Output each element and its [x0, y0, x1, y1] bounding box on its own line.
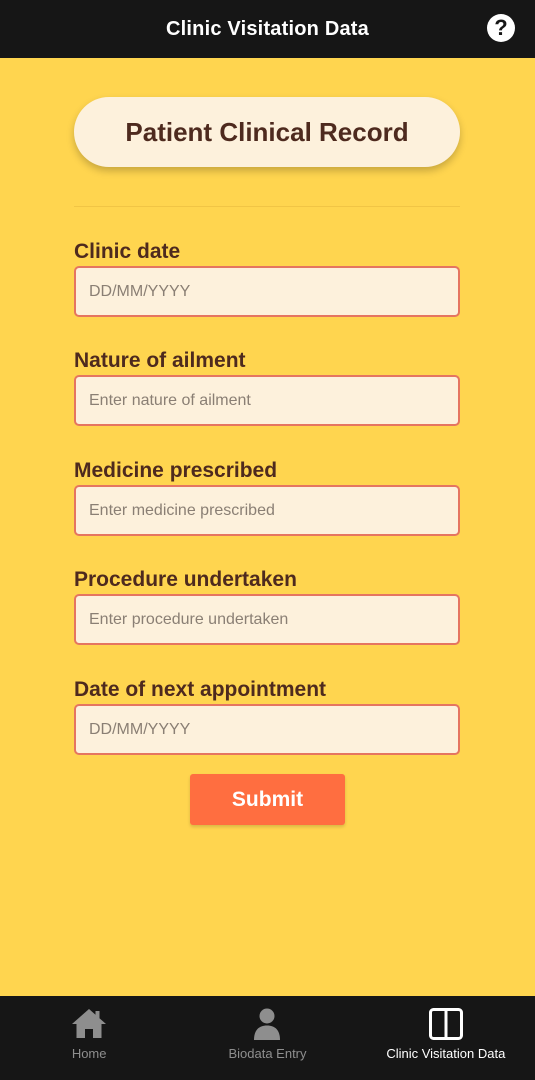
divider [74, 206, 460, 207]
columns-icon [428, 1008, 463, 1040]
help-question-icon[interactable]: ? [487, 14, 515, 42]
app-header: Clinic Visitation Data ? [0, 0, 535, 58]
bottom-tab-bar: Home Biodata Entry Clinic Visitation Dat… [0, 996, 535, 1080]
nature-of-ailment-label: Nature of ailment [74, 349, 246, 372]
medicine-prescribed-input[interactable] [74, 485, 460, 536]
clinic-date-input[interactable] [74, 266, 460, 317]
submit-button[interactable]: Submit [190, 774, 345, 825]
medicine-prescribed-label: Medicine prescribed [74, 459, 278, 482]
tab-biodata-entry-label: Biodata Entry [228, 1046, 307, 1061]
tab-clinic-visitation-data-label: Clinic Visitation Data [386, 1046, 506, 1061]
header-title: Clinic Visitation Data [166, 17, 369, 40]
procedure-undertaken-input[interactable] [74, 594, 460, 645]
next-appointment-date-input[interactable] [74, 704, 460, 755]
clinic-date-label: Clinic date [74, 240, 181, 263]
procedure-undertaken-label: Procedure undertaken [74, 568, 297, 591]
home-icon [72, 1009, 107, 1038]
form-heading: Patient Clinical Record [74, 97, 460, 167]
tab-home-label: Home [71, 1046, 107, 1061]
tab-biodata-entry[interactable]: Biodata Entry [178, 996, 356, 1080]
nature-of-ailment-input[interactable] [74, 375, 460, 426]
tab-clinic-visitation-data[interactable]: Clinic Visitation Data [357, 996, 535, 1080]
tab-home[interactable]: Home [0, 996, 178, 1080]
form-screen: Patient Clinical Record Clinic date Natu… [0, 58, 535, 996]
next-appointment-date-label: Date of next appointment [74, 678, 327, 701]
person-icon [254, 1008, 281, 1040]
